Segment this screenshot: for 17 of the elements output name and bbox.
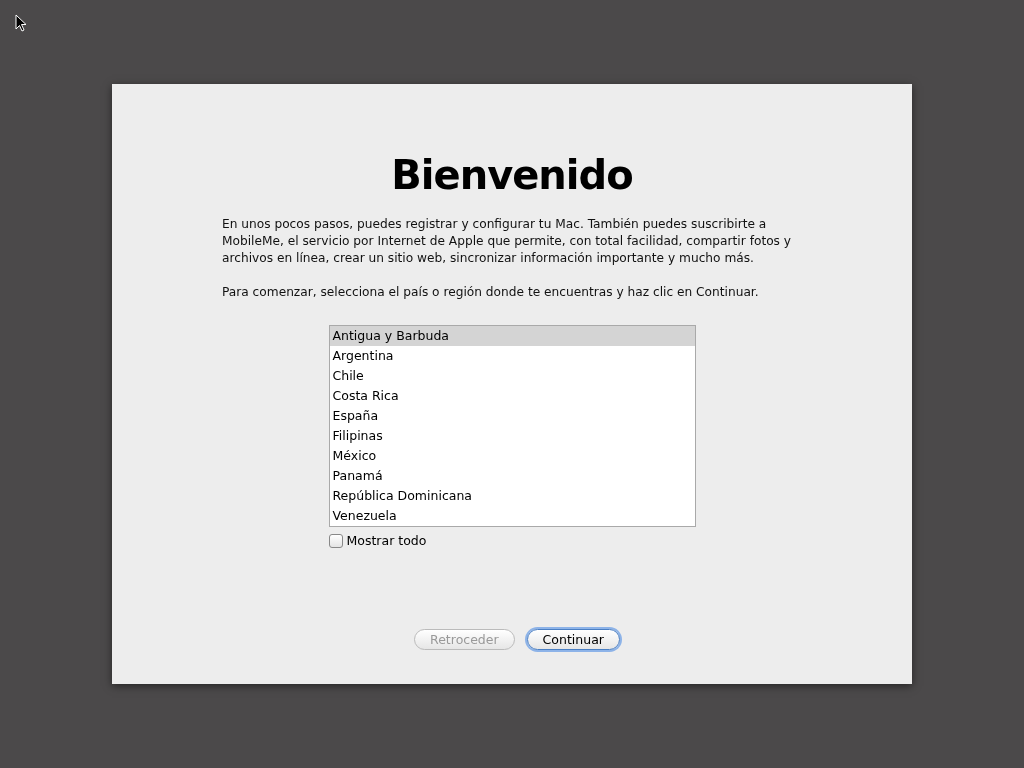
- show-all-label: Mostrar todo: [346, 533, 427, 548]
- welcome-title: Bienvenido: [391, 151, 633, 200]
- country-item[interactable]: Antigua y Barbuda: [329, 326, 695, 346]
- country-item[interactable]: Costa Rica: [329, 386, 695, 406]
- show-all-checkbox[interactable]: [328, 533, 343, 548]
- country-item[interactable]: España: [329, 406, 695, 426]
- country-item[interactable]: Filipinas: [329, 426, 695, 446]
- country-item[interactable]: República Dominicana: [329, 486, 695, 506]
- intro-paragraph: Para comenzar, selecciona el país o región donde te encuentras y haz clic en Continuar.: [222, 284, 760, 301]
- country-item[interactable]: México: [329, 446, 695, 466]
- mouse-pointer-icon: [15, 14, 27, 32]
- country-item[interactable]: Chile: [329, 366, 695, 386]
- intro-paragraph: En unos pocos pasos, puedes registrar y configurar tu Mac. También puedes suscribirte a MobileMe, el servicio por Internet de Apple que permite, con total facilidad, compartir fotos y archivos en línea, crear un sitio web, sincronizar información importante y mucho más.: [222, 216, 793, 267]
- country-item[interactable]: Argentina: [329, 346, 695, 366]
- continue-button[interactable]: Continuar: [526, 629, 620, 650]
- country-item[interactable]: Venezuela: [329, 506, 695, 526]
- country-item[interactable]: Panamá: [329, 466, 695, 486]
